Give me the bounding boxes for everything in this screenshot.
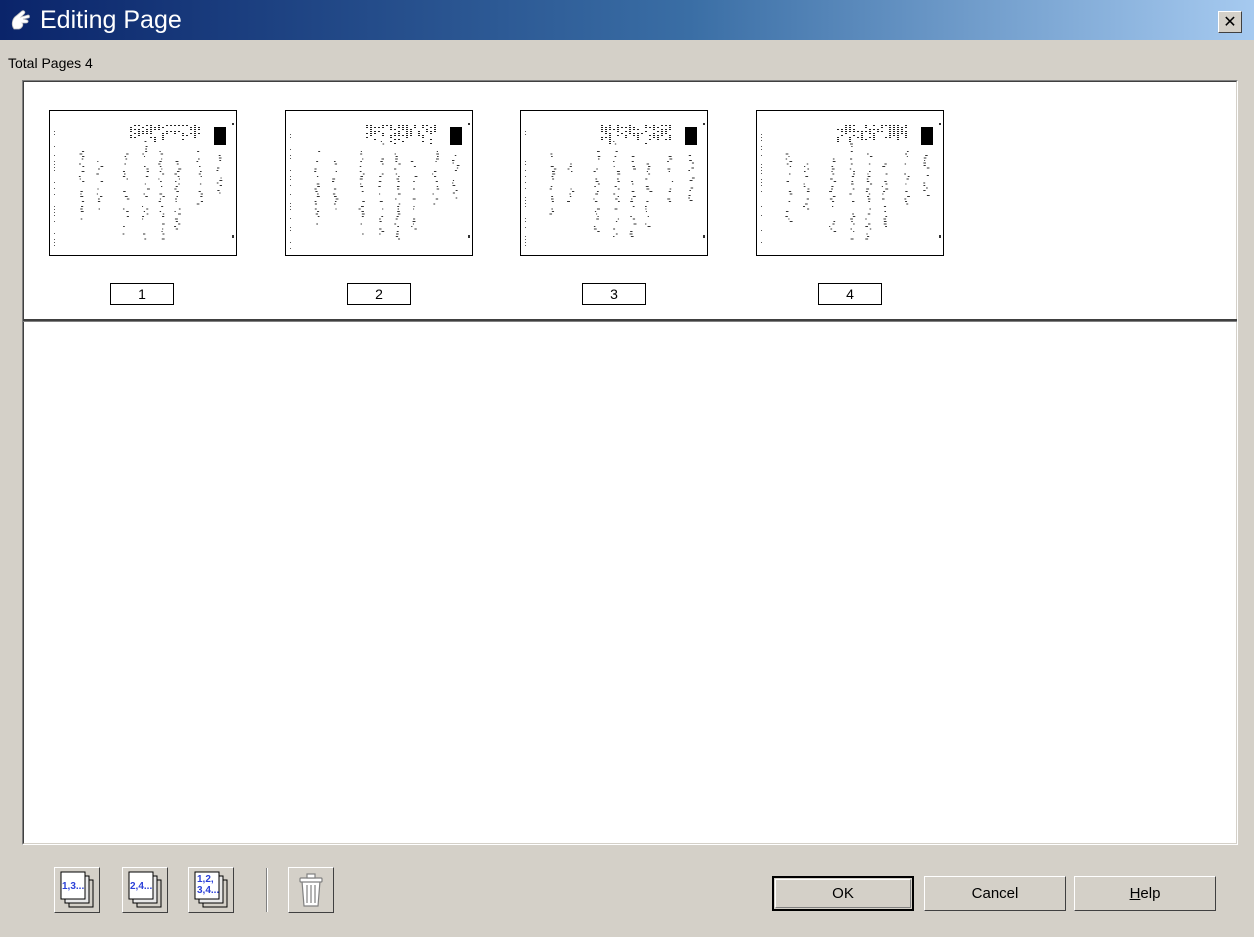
page-number-label: 4 [818,283,882,305]
page-thumbnail[interactable] [285,110,473,256]
page-thumbnail[interactable] [520,110,708,256]
help-mnemonic: H [1129,885,1141,902]
editing-page-dialog: Editing Page ✕ Total Pages 4 1 2 3 4 1,3… [0,0,1254,937]
page-number-label: 2 [347,283,411,305]
page-thumbnail[interactable] [756,110,944,256]
page-number-label: 3 [582,283,646,305]
window-title: Editing Page [40,6,182,34]
delete-page-button[interactable] [288,867,334,913]
even-pages-button[interactable]: 2,4... [122,867,168,913]
total-pages-label: Total Pages 4 [8,55,93,71]
odd-pages-button[interactable]: 1,3... [54,867,100,913]
close-button[interactable]: ✕ [1218,11,1242,33]
all-pages-icon: 1,2, 3,4... [194,871,228,908]
help-label: elp [1140,885,1161,902]
even-pages-text: 2,4... [130,881,152,892]
toolbar-separator [266,868,268,912]
panel-divider [23,319,1237,322]
hand-icon [11,10,30,30]
all-pages-text-line1: 1,2, [197,874,214,885]
odd-pages-text: 1,3... [62,881,84,892]
even-pages-icon: 2,4... [128,871,162,908]
ok-button[interactable]: OK [772,876,914,911]
close-icon: ✕ [1223,12,1237,31]
all-pages-button[interactable]: 1,2, 3,4... [188,867,234,913]
help-button[interactable]: Help [1074,876,1216,911]
page-thumbnail[interactable] [49,110,237,256]
title-bar[interactable]: Editing Page ✕ [0,0,1254,40]
page-number-label: 1 [110,283,174,305]
all-pages-text-line2: 3,4... [197,885,219,896]
cancel-button[interactable]: Cancel [924,876,1066,911]
odd-pages-icon: 1,3... [60,871,94,908]
pages-panel: 1 2 3 4 [22,80,1238,845]
trash-icon [299,873,323,907]
